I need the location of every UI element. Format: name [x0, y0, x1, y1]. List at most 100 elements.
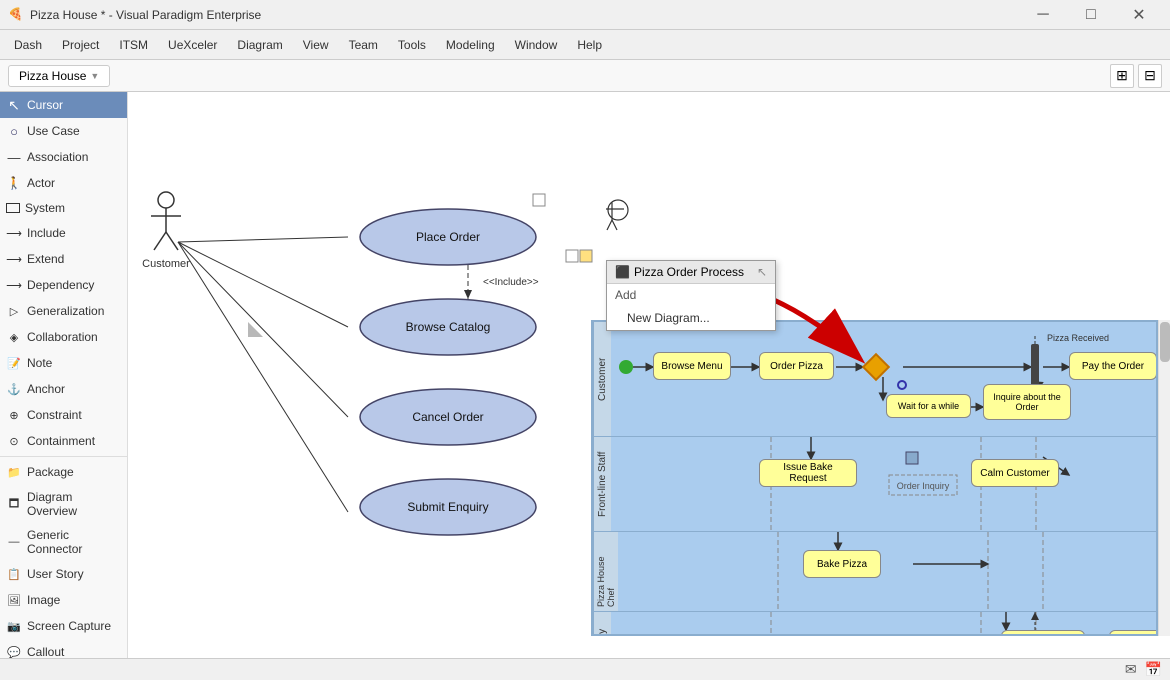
swim-lane-customer: Customer	[593, 322, 1156, 437]
sidebar-item-anchor[interactable]: ⚓ Anchor	[0, 376, 127, 402]
sidebar-item-diagram-overview[interactable]: 🗖 Diagram Overview	[0, 485, 127, 523]
context-menu-cursor-icon: ↖	[757, 265, 767, 279]
sidebar-item-user-story-label: User Story	[27, 567, 84, 581]
breadcrumb-arrow: ▼	[90, 71, 99, 81]
user-story-icon: 📋	[6, 566, 22, 582]
dependency-icon: ⟶	[6, 277, 22, 293]
sidebar-item-generic-connector[interactable]: — Generic Connector	[0, 523, 127, 561]
diagram-overview-icon: 🗖	[6, 496, 22, 512]
sidebar-item-association[interactable]: — Association	[0, 144, 127, 170]
calendar-icon[interactable]: 📅	[1145, 661, 1162, 678]
inquire-node: Inquire about the Order	[983, 384, 1071, 420]
sidebar-item-cursor[interactable]: Cursor	[0, 92, 127, 118]
constraint-icon: ⊕	[6, 407, 22, 423]
menu-tools[interactable]: Tools	[388, 34, 436, 56]
issue-bake-node: Issue Bake Request	[759, 459, 857, 487]
sidebar-item-containment-label: Containment	[27, 434, 95, 448]
sidebar-item-collaboration[interactable]: ◈ Collaboration	[0, 324, 127, 350]
start-node	[619, 360, 633, 374]
svg-text:Pizza Received: Pizza Received	[1047, 333, 1109, 343]
layout-icon-1[interactable]: ⊞	[1110, 64, 1134, 88]
sidebar-item-image-label: Image	[27, 593, 60, 607]
activity-diagram: Customer	[591, 320, 1158, 636]
menu-itsm[interactable]: ITSM	[109, 34, 158, 56]
swim-lane-chef-label: Pizza House Chef	[593, 532, 618, 611]
swim-lane-delivery-label: Delivery Boy	[593, 612, 611, 636]
menu-project[interactable]: Project	[52, 34, 109, 56]
sidebar-item-callout[interactable]: 💬 Callout	[0, 639, 127, 658]
containment-icon: ⊙	[6, 433, 22, 449]
sidebar-item-actor-label: Actor	[27, 176, 55, 190]
gateway-diamond	[862, 353, 890, 381]
order-pizza-node: Order Pizza	[759, 352, 834, 380]
layout-icon-2[interactable]: ⊟	[1138, 64, 1162, 88]
sidebar-item-package[interactable]: 📁 Package	[0, 459, 127, 485]
menu-team[interactable]: Team	[339, 34, 388, 56]
menu-window[interactable]: Window	[505, 34, 568, 56]
usecase-svg: Customer Place Order Browse Catalog Canc…	[128, 92, 598, 658]
collaboration-icon: ◈	[6, 329, 22, 345]
sidebar-item-collaboration-label: Collaboration	[27, 330, 98, 344]
menu-dash[interactable]: Dash	[4, 34, 52, 56]
usecase-icon: ○	[6, 123, 22, 139]
sidebar-item-include[interactable]: ⟶ Include	[0, 220, 127, 246]
sidebar-item-note[interactable]: 📝 Note	[0, 350, 127, 376]
system-icon	[6, 203, 20, 213]
swim-lane-frontline-label: Front-line Staff	[593, 437, 611, 531]
menu-uexceler[interactable]: UeXceler	[158, 34, 227, 56]
browse-menu-node: Browse Menu	[653, 352, 731, 380]
cursor-icon	[6, 97, 22, 113]
toolbar: Pizza House ▼ ⊞ ⊟	[0, 60, 1170, 92]
menu-view[interactable]: View	[293, 34, 339, 56]
minimize-button[interactable]: ─	[1020, 0, 1066, 30]
swim-lane-delivery: Delivery Boy	[593, 612, 1156, 636]
svg-text:Cancel Order: Cancel Order	[412, 410, 483, 424]
deliver-pizza-node: Deliver Pizza	[1001, 630, 1085, 636]
context-menu-new-diagram[interactable]: New Diagram...	[607, 306, 775, 330]
sidebar-item-user-story[interactable]: 📋 User Story	[0, 561, 127, 587]
right-scrollbar[interactable]	[1158, 320, 1170, 636]
sidebar-item-system-label: System	[25, 201, 65, 215]
menu-diagram[interactable]: Diagram	[227, 34, 292, 56]
sidebar-item-screen-capture[interactable]: 📷 Screen Capture	[0, 613, 127, 639]
status-bar: ✉ 📅	[0, 658, 1170, 680]
email-icon[interactable]: ✉	[1125, 661, 1137, 678]
sidebar-item-note-label: Note	[27, 356, 52, 370]
sidebar-item-usecase[interactable]: ○ Use Case	[0, 118, 127, 144]
context-menu[interactable]: ⬛ Pizza Order Process ↖ Add New Diagram.…	[606, 260, 776, 331]
context-menu-title: Pizza Order Process	[634, 265, 744, 279]
sidebar-item-actor[interactable]: 🚶 Actor	[0, 170, 127, 196]
sidebar-item-generalization[interactable]: ▷ Generalization	[0, 298, 127, 324]
receive-payment-node: Receive Payment	[1109, 630, 1158, 636]
sidebar-item-constraint[interactable]: ⊕ Constraint	[0, 402, 127, 428]
sidebar-item-containment[interactable]: ⊙ Containment	[0, 428, 127, 454]
window-controls[interactable]: ─ □ ✕	[1020, 0, 1162, 30]
maximize-button[interactable]: □	[1068, 0, 1114, 30]
sidebar-item-extend-label: Extend	[27, 252, 64, 266]
sidebar-item-image[interactable]: 🖼 Image	[0, 587, 127, 613]
sidebar-item-constraint-label: Constraint	[27, 408, 82, 422]
sidebar-item-dependency[interactable]: ⟶ Dependency	[0, 272, 127, 298]
sidebar-item-usecase-label: Use Case	[27, 124, 80, 138]
diagram-canvas: Customer Place Order Browse Catalog Canc…	[128, 92, 1170, 658]
sidebar-item-screen-capture-label: Screen Capture	[27, 619, 111, 633]
menu-help[interactable]: Help	[567, 34, 612, 56]
sidebar-item-extend[interactable]: ⟶ Extend	[0, 246, 127, 272]
sidebar-item-system[interactable]: System	[0, 196, 127, 220]
window-title: Pizza House * - Visual Paradigm Enterpri…	[30, 8, 1020, 22]
scrollbar-thumb[interactable]	[1160, 322, 1170, 362]
screen-capture-icon: 📷	[6, 618, 22, 634]
sidebar-item-dependency-label: Dependency	[27, 278, 94, 292]
breadcrumb[interactable]: Pizza House ▼	[8, 65, 110, 87]
close-button[interactable]: ✕	[1116, 0, 1162, 30]
generalization-icon: ▷	[6, 303, 22, 319]
context-menu-icon: ⬛	[615, 265, 630, 279]
swim-lane-customer-label: Customer	[593, 322, 611, 436]
sidebar-item-include-label: Include	[27, 226, 66, 240]
sidebar-item-anchor-label: Anchor	[27, 382, 65, 396]
frontline-svg: Order Inquiry	[611, 437, 1156, 531]
swim-lane-frontline-content: Order Inquiry Issue Bake Request Calm Cu…	[611, 437, 1156, 531]
menu-modeling[interactable]: Modeling	[436, 34, 505, 56]
svg-text:<<Include>>: <<Include>>	[483, 277, 539, 288]
actor-group: Customer	[142, 192, 190, 270]
